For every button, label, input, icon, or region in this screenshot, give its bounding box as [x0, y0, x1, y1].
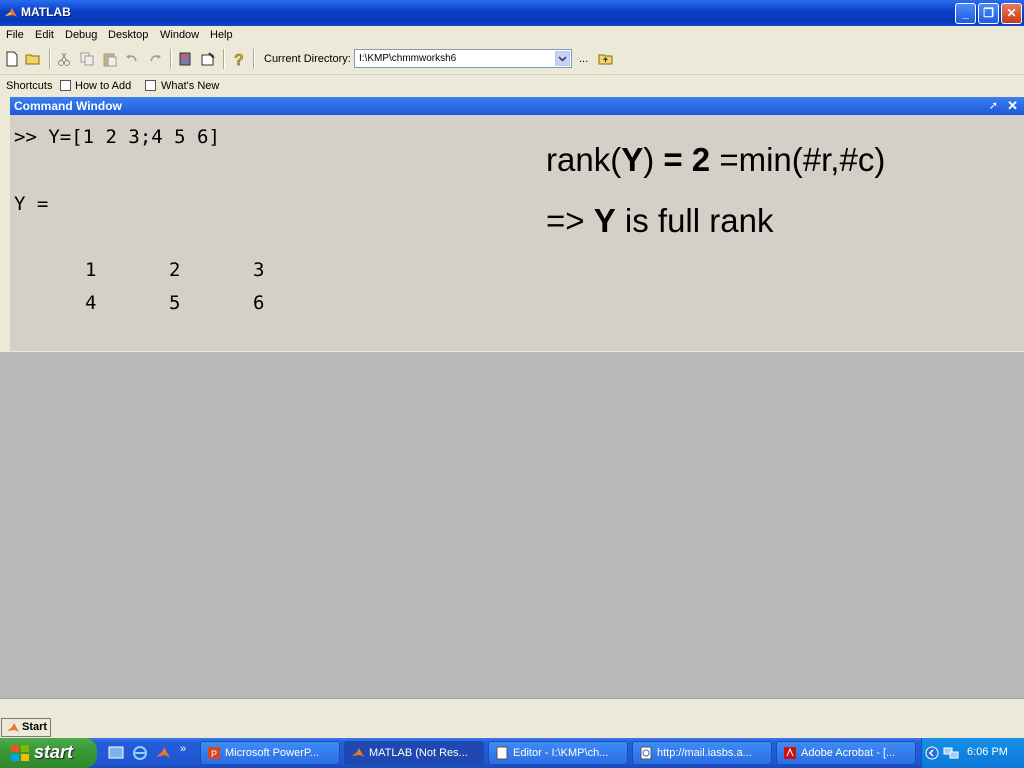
toolbar: ? Current Directory: I:\KMP\chmmworksh6 …: [0, 45, 1024, 75]
annotation-text: =>: [546, 202, 594, 239]
svg-text:?: ?: [234, 52, 244, 67]
close-icon[interactable]: ✕: [1007, 98, 1018, 114]
browse-button[interactable]: ...: [579, 53, 588, 65]
shortcut-icon: [145, 80, 156, 91]
browser-page-icon: [640, 746, 652, 760]
current-directory-combobox[interactable]: I:\KMP\chmmworksh6: [354, 49, 572, 68]
task-matlab[interactable]: MATLAB (Not Res...: [344, 741, 484, 765]
undo-icon[interactable]: [124, 51, 140, 67]
start-label: start: [34, 742, 74, 762]
toolbar-separator: [170, 49, 172, 69]
matlab-start-button[interactable]: Start: [1, 718, 51, 737]
menu-debug[interactable]: Debug: [65, 29, 97, 41]
matlab-quicklaunch-icon[interactable]: [155, 745, 171, 761]
whats-new-link[interactable]: What's New: [161, 80, 219, 92]
matrix-cell: 5: [169, 292, 181, 314]
clock[interactable]: 6:06 PM: [967, 746, 1008, 758]
matlab-start-label: Start: [22, 721, 48, 733]
tray-expand-icon[interactable]: [925, 746, 939, 760]
toolbar-separator: [49, 49, 51, 69]
start-button[interactable]: start: [0, 738, 97, 768]
matrix-cell: 4: [85, 292, 97, 314]
matrix-cell: 6: [253, 292, 265, 314]
folder-up-icon[interactable]: [598, 51, 614, 67]
matlab-logo-icon: [5, 8, 17, 17]
menu-bar: File Edit Debug Desktop Window Help: [0, 26, 1024, 45]
task-acrobat[interactable]: Adobe Acrobat - [...: [776, 741, 916, 765]
task-label: Editor - I:\KMP\ch...: [513, 747, 609, 759]
paste-icon[interactable]: [102, 51, 118, 67]
command-prompt-line: >> Y=[1 2 3;4 5 6]: [14, 126, 220, 148]
acrobat-icon: [784, 747, 796, 759]
powerpoint-icon: P: [208, 747, 220, 759]
close-button[interactable]: ✕: [1001, 3, 1022, 24]
current-directory-value: I:\KMP\chmmworksh6: [359, 53, 457, 64]
menu-desktop[interactable]: Desktop: [108, 29, 148, 41]
task-label: MATLAB (Not Res...: [369, 747, 468, 759]
task-editor[interactable]: Editor - I:\KMP\ch...: [488, 741, 628, 765]
restore-button[interactable]: ❐: [978, 3, 999, 24]
cut-icon[interactable]: [56, 51, 72, 67]
annotation-text: rank(: [546, 141, 622, 178]
annotation-text: is full rank: [615, 202, 774, 239]
task-label: Microsoft PowerP...: [225, 747, 319, 759]
rank-annotation: rank(Y) = 2 =min(#r,#c): [546, 141, 885, 179]
copy-icon[interactable]: [79, 51, 95, 67]
annotation-bold-value: = 2: [654, 141, 711, 178]
redo-icon[interactable]: [147, 51, 163, 67]
network-icon[interactable]: [943, 746, 959, 760]
show-desktop-icon[interactable]: [108, 745, 124, 761]
command-window-header: Command Window ➚ ✕: [10, 97, 1024, 115]
window-title: MATLAB: [21, 5, 71, 19]
command-window-title: Command Window: [14, 99, 122, 113]
annotation-text: =min(#r,#c): [710, 141, 886, 178]
toolbar-separator: [253, 49, 255, 69]
task-label: http://mail.iasbs.a...: [657, 747, 752, 759]
matlab-logo-icon: [7, 723, 19, 732]
matrix-cell: 2: [169, 259, 181, 281]
menu-window[interactable]: Window: [160, 29, 199, 41]
minimize-button[interactable]: _: [955, 3, 976, 24]
shortcut-icon: [60, 80, 71, 91]
full-rank-annotation: => Y is full rank: [546, 202, 773, 240]
annotation-bold-y: Y: [593, 202, 616, 239]
chevron-down-icon[interactable]: [555, 51, 570, 66]
empty-desktop-area: [0, 352, 1024, 698]
shortcuts-label: Shortcuts: [6, 80, 53, 92]
matrix-cell: 1: [85, 259, 97, 281]
menu-file[interactable]: File: [6, 29, 24, 41]
how-to-add-link[interactable]: How to Add: [75, 80, 131, 92]
svg-text:P: P: [211, 749, 217, 759]
taskbar: start » P Microsoft PowerP... MATLAB (No…: [0, 738, 1024, 768]
menu-help[interactable]: Help: [210, 29, 233, 41]
windows-logo-icon: [11, 745, 29, 761]
internet-explorer-icon[interactable]: [132, 745, 148, 761]
matrix-cell: 3: [253, 259, 265, 281]
system-tray: 6:06 PM: [921, 738, 1024, 768]
matlab-logo-icon: [352, 748, 364, 757]
new-file-icon[interactable]: [4, 51, 20, 67]
annotation-text: ): [643, 141, 655, 178]
undock-icon[interactable]: ➚: [989, 99, 998, 112]
quicklaunch-more-icon[interactable]: »: [180, 743, 186, 755]
title-bar[interactable]: MATLAB _ ❐ ✕: [0, 0, 1024, 26]
task-powerpoint[interactable]: P Microsoft PowerP...: [200, 741, 340, 765]
guide-icon[interactable]: [200, 51, 216, 67]
editor-icon: [496, 746, 508, 760]
command-window[interactable]: Command Window ➚ ✕ >> Y=[1 2 3;4 5 6] Y …: [7, 97, 1024, 351]
status-bar: [0, 698, 1024, 716]
annotation-bold-y: Y: [621, 141, 644, 178]
help-icon[interactable]: ?: [230, 51, 246, 67]
open-folder-icon[interactable]: [25, 51, 41, 67]
task-label: Adobe Acrobat - [...: [801, 747, 896, 759]
current-directory-label: Current Directory:: [264, 53, 351, 65]
output-label: Y =: [14, 193, 49, 215]
menu-edit[interactable]: Edit: [35, 29, 54, 41]
task-browser[interactable]: http://mail.iasbs.a...: [632, 741, 772, 765]
simulink-icon[interactable]: [177, 51, 193, 67]
toolbar-separator: [223, 49, 225, 69]
shortcuts-bar: Shortcuts How to Add What's New: [0, 76, 1024, 96]
